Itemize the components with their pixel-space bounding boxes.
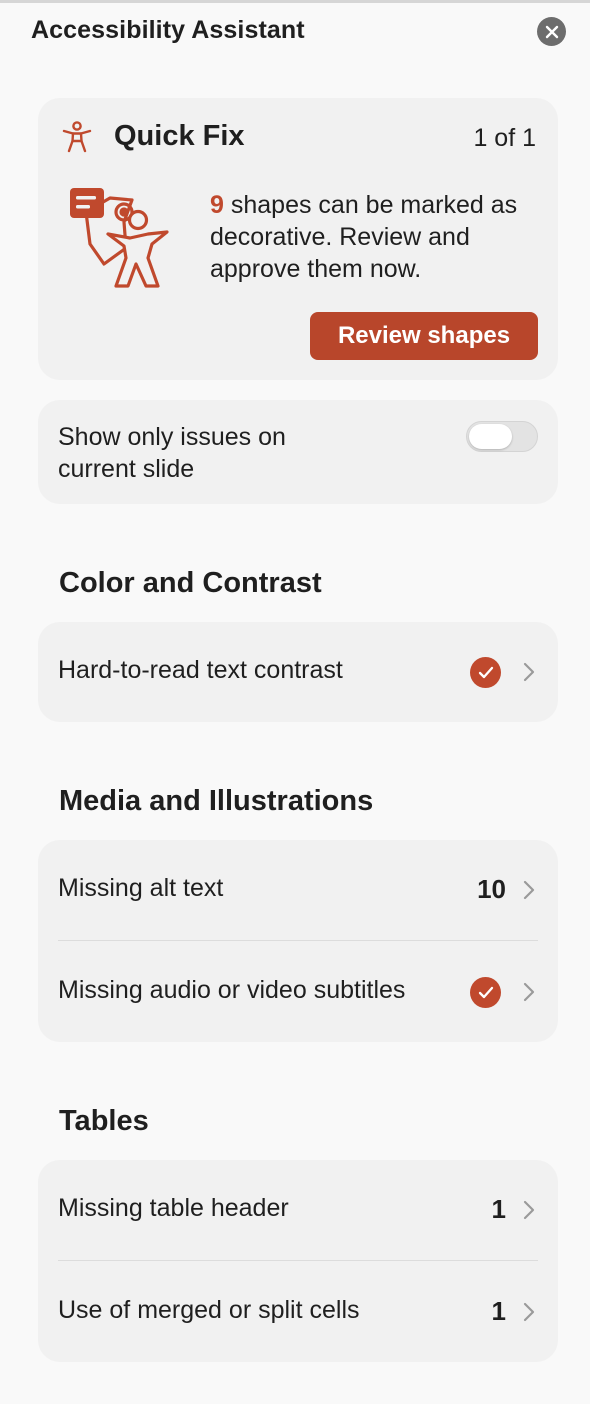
shapes-count: 9 <box>210 191 224 219</box>
media-card: Missing alt text 10 Missing audio or vid… <box>38 840 558 1042</box>
check-icon <box>470 977 501 1008</box>
section-heading-media: Media and Illustrations <box>59 785 374 817</box>
chevron-right-icon <box>523 982 535 1002</box>
issue-count: 10 <box>477 874 506 904</box>
quick-fix-title: Quick Fix <box>114 120 245 152</box>
issue-label: Hard-to-read text contrast <box>58 656 343 684</box>
color-contrast-card: Hard-to-read text contrast <box>38 622 558 722</box>
current-slide-toggle[interactable] <box>466 421 538 452</box>
issue-row-missing-alt-text[interactable]: Missing alt text 10 <box>38 840 558 940</box>
issue-label: Missing audio or video subtitles <box>58 976 406 1004</box>
issue-count: 1 <box>491 1194 506 1224</box>
decorative-shapes-illustration <box>70 188 169 288</box>
issue-label: Missing table header <box>58 1194 289 1222</box>
chevron-right-icon <box>523 1302 535 1322</box>
close-icon <box>545 25 558 38</box>
issue-row-merged-split-cells[interactable]: Use of merged or split cells 1 <box>38 1262 558 1362</box>
review-shapes-button[interactable]: Review shapes <box>310 312 538 360</box>
row-divider <box>58 940 538 941</box>
row-divider <box>58 1260 538 1261</box>
check-icon <box>470 657 501 688</box>
issue-count: 1 <box>491 1296 506 1326</box>
quick-fix-message-text: shapes can be marked as decorative. Revi… <box>210 191 518 283</box>
chevron-right-icon <box>523 880 535 900</box>
section-heading-tables: Tables <box>59 1105 149 1137</box>
issue-label: Missing alt text <box>58 874 224 902</box>
quick-fix-message: 9 shapes can be marked as decorative. Re… <box>210 189 530 285</box>
tables-card: Missing table header 1 Use of merged or … <box>38 1160 558 1362</box>
toggle-knob <box>469 424 512 449</box>
chevron-right-icon <box>523 1200 535 1220</box>
close-button[interactable] <box>537 17 566 46</box>
issue-label: Use of merged or split cells <box>58 1296 360 1324</box>
pane-title: Accessibility Assistant <box>31 16 305 44</box>
quick-fix-counter: 1 of 1 <box>473 124 536 152</box>
issue-row-text-contrast[interactable]: Hard-to-read text contrast <box>38 622 558 722</box>
quick-fix-card: Quick Fix 1 of 1 9 shapes can be marked … <box>38 98 558 380</box>
window-top-border <box>0 0 590 3</box>
chevron-right-icon <box>523 662 535 682</box>
section-heading-color-contrast: Color and Contrast <box>59 567 322 599</box>
issue-row-missing-subtitles[interactable]: Missing audio or video subtitles <box>38 942 558 1042</box>
current-slide-filter-label: Show only issues on current slide <box>58 423 286 483</box>
current-slide-filter-card: Show only issues on current slide <box>38 400 558 504</box>
issue-row-missing-table-header[interactable]: Missing table header 1 <box>38 1160 558 1260</box>
accessibility-person-icon <box>62 121 92 153</box>
